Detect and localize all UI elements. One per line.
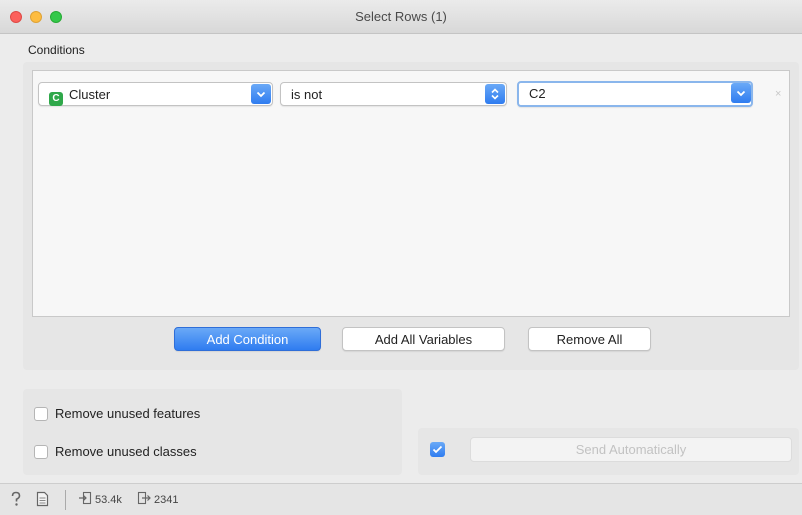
chevron-down-icon[interactable] [251,84,271,104]
input-signal-icon [78,491,92,508]
report-icon[interactable] [36,491,49,507]
send-automatically-button[interactable]: Send Automatically [470,437,792,462]
remove-unused-features-checkbox[interactable] [34,406,48,421]
remove-all-button[interactable]: Remove All [528,327,651,351]
operator-value: is not [291,87,323,102]
input-count: 53.4k [95,493,122,506]
window-title: Select Rows (1) [355,9,447,24]
variable-name: Cluster [69,87,111,102]
title-bar: Select Rows (1) [0,0,802,34]
send-group: Send Automatically [418,428,799,475]
operator-combo[interactable]: is not [280,82,507,106]
options-group: Remove unused features Remove unused cla… [23,389,402,475]
conditions-list: C Cluster is not C2 × [32,70,790,317]
remove-unused-features-label: Remove unused features [55,406,201,421]
add-all-variables-button[interactable]: Add All Variables [342,327,505,351]
remove-unused-classes-row[interactable]: Remove unused classes [34,444,197,459]
remove-unused-classes-label: Remove unused classes [55,444,197,459]
help-icon[interactable] [10,491,22,507]
input-summary: 53.4k [78,491,122,508]
value-combo[interactable]: C2 [517,81,753,107]
remove-condition-icon[interactable]: × [775,88,781,100]
status-bar: 53.4k 2341 [0,483,802,515]
output-summary: 2341 [137,491,178,508]
categorical-variable-icon: C [49,92,63,106]
add-condition-button[interactable]: Add Condition [174,327,321,351]
status-separator [65,490,66,510]
up-down-chevron-icon[interactable] [485,84,505,104]
conditions-group: C Cluster is not C2 × Add Condition Add A… [23,62,799,370]
output-signal-icon [137,491,151,508]
variable-combo[interactable]: C Cluster [38,82,273,106]
send-automatically-checkbox[interactable] [430,442,445,457]
conditions-label: Conditions [28,43,85,57]
value-text: C2 [529,86,546,101]
variable-combo-value: C Cluster [49,87,110,106]
chevron-down-icon[interactable] [731,83,751,103]
output-count: 2341 [154,493,179,506]
remove-unused-features-row[interactable]: Remove unused features [34,406,200,421]
remove-unused-classes-checkbox[interactable] [34,444,48,459]
